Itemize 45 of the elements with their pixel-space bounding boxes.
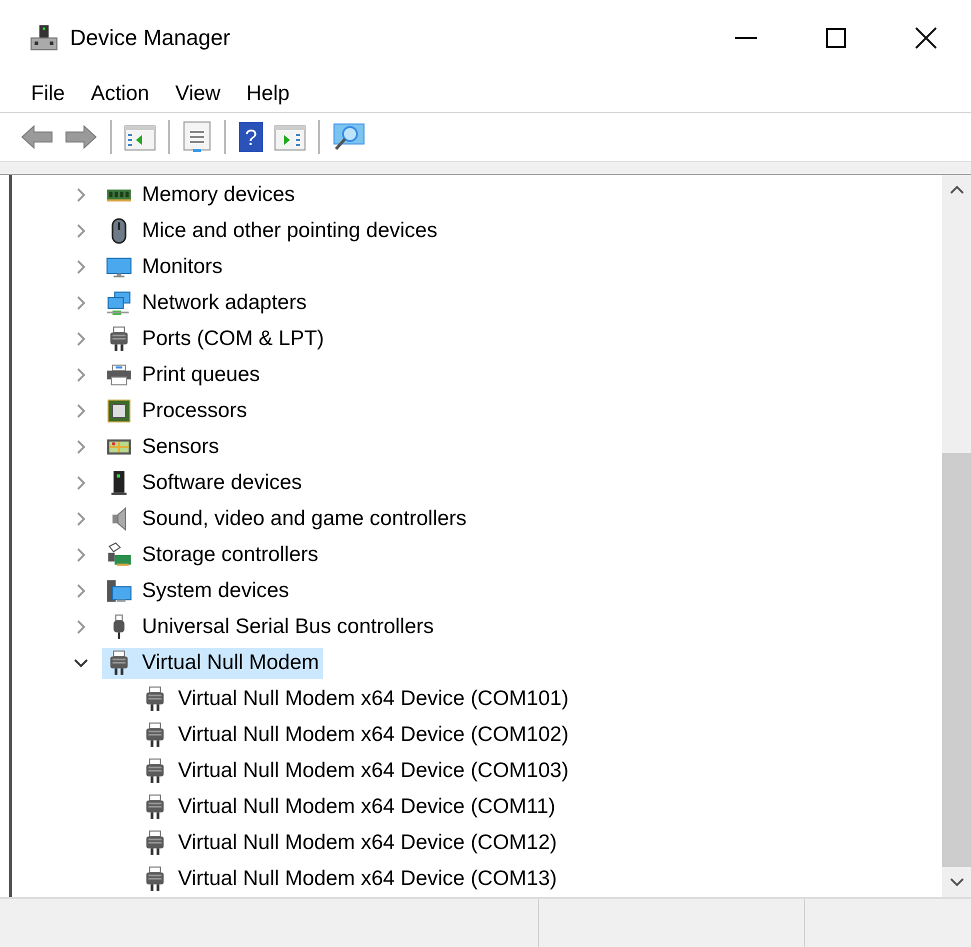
- tree-item[interactable]: Print queues: [102, 360, 264, 390]
- printer-icon: [106, 362, 132, 388]
- processor-chip-icon: [106, 398, 132, 424]
- network-computers-icon: [106, 290, 132, 316]
- menu-item[interactable]: File: [18, 78, 78, 110]
- tree-item[interactable]: Sound, video and game controllers: [102, 504, 471, 534]
- storage-card-icon: [106, 542, 132, 568]
- minimize-icon: [735, 37, 757, 39]
- tree-item[interactable]: Virtual Null Modem x64 Device (COM103): [138, 756, 573, 786]
- tree-item[interactable]: Monitors: [102, 252, 227, 282]
- scrollbar-thumb[interactable]: [942, 453, 971, 867]
- menu-item[interactable]: View: [162, 78, 234, 110]
- properties-sheet-icon[interactable]: [182, 121, 212, 153]
- tree-item[interactable]: Universal Serial Bus controllers: [102, 612, 438, 642]
- computer-system-icon: [106, 578, 132, 604]
- tree-item[interactable]: Virtual Null Modem x64 Device (COM11): [138, 792, 560, 822]
- help-icon[interactable]: ?: [238, 121, 264, 153]
- scroll-down-icon[interactable]: [950, 877, 964, 887]
- scrollbar[interactable]: [942, 175, 971, 897]
- tree-item[interactable]: Virtual Null Modem x64 Device (COM12): [138, 828, 561, 858]
- window-pane-icon[interactable]: [124, 123, 156, 151]
- scroll-up-icon[interactable]: [950, 185, 964, 195]
- tree-item[interactable]: Storage controllers: [102, 540, 322, 570]
- maximize-icon: [826, 28, 846, 48]
- tree-item[interactable]: Ports (COM & LPT): [102, 324, 328, 354]
- tree-item[interactable]: System devices: [102, 576, 294, 606]
- tree-item[interactable]: Memory devices: [102, 180, 299, 210]
- close-icon: [915, 27, 937, 49]
- tree-item[interactable]: Sensors: [102, 432, 224, 462]
- tree-item[interactable]: Virtual Null Modem x64 Device (COM101): [138, 684, 573, 714]
- tree-item[interactable]: Virtual Null Modem x64 Device (COM13): [138, 864, 561, 894]
- back-arrow-icon[interactable]: [20, 124, 54, 150]
- window-title: Device Manager: [70, 25, 230, 51]
- tree-item[interactable]: Mice and other pointing devices: [102, 216, 442, 246]
- menu-item[interactable]: Help: [233, 78, 303, 110]
- tree-item[interactable]: Virtual Null Modem x64 Device (COM102): [138, 720, 573, 750]
- tree-item[interactable]: Processors: [102, 396, 252, 426]
- window-pane-icon[interactable]: [274, 123, 306, 151]
- tree-item[interactable]: Virtual Null Modem: [102, 648, 324, 678]
- forward-arrow-icon[interactable]: [64, 124, 98, 150]
- device-manager-icon: [30, 24, 58, 52]
- monitor-magnifier-icon[interactable]: [332, 122, 366, 152]
- menu-item[interactable]: Action: [78, 78, 162, 110]
- tree-item[interactable]: Network adapters: [102, 288, 311, 318]
- tree-item[interactable]: Software devices: [102, 468, 306, 498]
